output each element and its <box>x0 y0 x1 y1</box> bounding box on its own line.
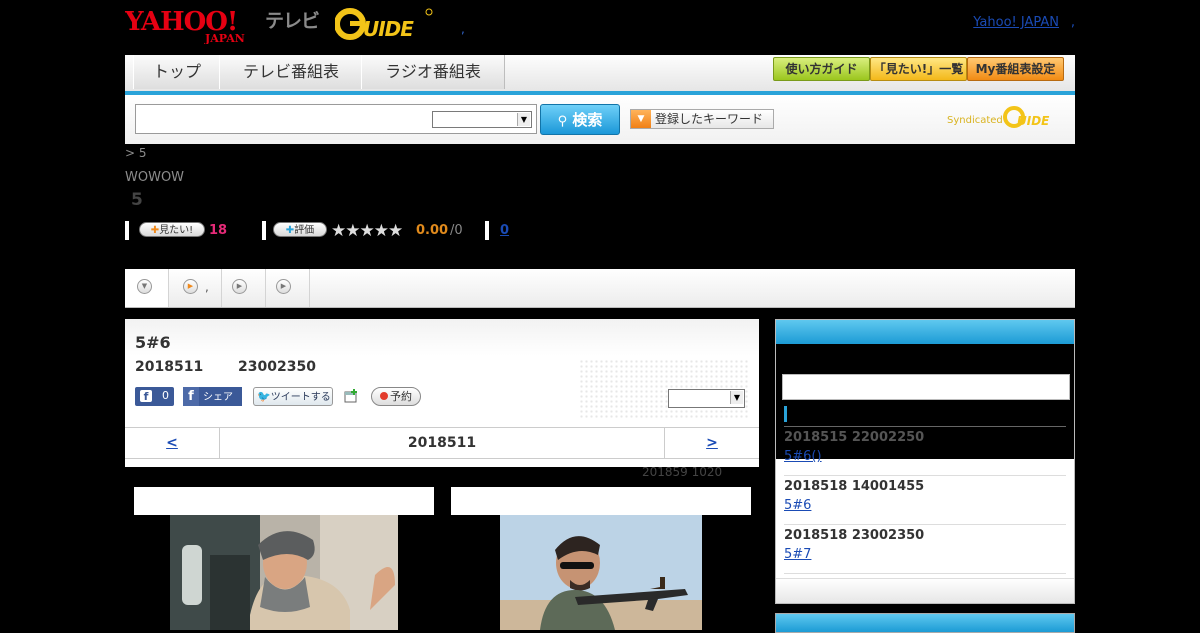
tab-2[interactable]: ▶ , <box>169 269 222 307</box>
svg-text:UIDE: UIDE <box>363 17 414 41</box>
want-button[interactable]: ✚見たい! <box>139 222 205 237</box>
rating-stars: ★★★★★ <box>331 221 403 241</box>
header-dot: , <box>461 22 465 36</box>
facebook-like-button[interactable]: f 0 <box>135 387 174 406</box>
next-date-link[interactable]: > <box>664 428 759 458</box>
divider <box>784 524 1066 525</box>
nav-tab-radio-listings[interactable]: ラジオ番組表 <box>361 55 505 89</box>
content-tabs: ▼ ▶ , ▶ ▶ <box>125 269 1075 308</box>
broadcast-time: 2018515 22002250 <box>784 430 925 445</box>
saved-keywords-button[interactable]: ▼ 登録したキーワード <box>630 109 774 129</box>
record-dot-icon <box>380 392 388 400</box>
rate-button-label: 評価 <box>294 225 315 236</box>
image-caption-box <box>134 487 434 515</box>
episode-title: 5#6 <box>135 333 171 352</box>
syndicated-label: Syndicated <box>947 115 1003 126</box>
episode-select[interactable]: ▼ <box>668 389 745 408</box>
broadcast-link[interactable]: 5#7 <box>784 547 811 562</box>
syndicated-g-guide-logo: Syndicated UIDE <box>947 106 1050 128</box>
rating-total: /0 <box>450 223 463 238</box>
stat-divider <box>485 221 489 240</box>
related-broadcasts-panel: 2018515 22002250 5#6() 2018518 14001455 … <box>775 319 1075 604</box>
facebook-icon: f <box>140 390 152 403</box>
last-updated: 201859 1020 <box>642 465 723 479</box>
search-bar: ▼ ⚲ 検索 ▼ 登録したキーワード Syndicated UIDE <box>125 95 1075 144</box>
section-marker <box>784 406 787 422</box>
main-nav: トップ テレビ番組表 ラジオ番組表 使い方ガイド 「見たい!」一覧 My番組表設… <box>125 55 1075 95</box>
tweet-label: ツイートする <box>270 392 331 403</box>
header-trailing-dot: , <box>1070 15 1075 30</box>
my-listings-button[interactable]: My番組表設定 <box>967 57 1064 81</box>
twitter-bird-icon: 🐦 <box>257 390 271 403</box>
plus-icon: ✚ <box>150 225 160 236</box>
second-side-panel-header <box>775 613 1075 633</box>
saved-keywords-label: 登録したキーワード <box>655 112 764 126</box>
play-icon: ▶ <box>183 279 198 294</box>
play-icon: ▶ <box>232 279 247 294</box>
tab-3[interactable]: ▶ <box>222 269 266 307</box>
tweet-button[interactable]: 🐦ツイートする <box>253 387 333 406</box>
divider <box>784 475 1066 476</box>
episode-date-nav: < 2018511 > <box>125 427 759 459</box>
facebook-share-label: シェア <box>203 392 233 403</box>
chevron-down-icon: ▼ <box>730 391 743 404</box>
search-button-label: 検索 <box>572 111 603 129</box>
yahoo-japan-logo[interactable]: YAHOO! JAPAN <box>125 4 261 44</box>
facebook-like-count: 0 <box>162 389 169 402</box>
channel-name: WOWOW <box>125 170 185 185</box>
side-panel-header <box>776 320 1074 344</box>
search-icon: ⚲ <box>557 114 568 129</box>
g-guide-logo[interactable]: UIDE <box>335 6 435 42</box>
calendar-add-icon[interactable] <box>344 389 359 403</box>
side-panel-field[interactable] <box>782 374 1070 400</box>
want-count: 18 <box>209 223 228 238</box>
chevron-down-icon: ▼ <box>137 279 152 294</box>
chevron-down-icon: ▼ <box>517 113 530 126</box>
brand-tv-label: テレビ <box>265 10 320 32</box>
nav-tab-top[interactable]: トップ <box>133 55 221 89</box>
scene-photo-man-at-vehicle[interactable] <box>170 515 398 630</box>
episode-panel: 5#6 2018511 23002350 f 0 f シェア 🐦ツイートする 予約… <box>125 319 759 467</box>
rate-button[interactable]: ✚評価 <box>273 222 327 237</box>
divider <box>784 573 1066 574</box>
search-button[interactable]: ⚲ 検索 <box>540 104 620 135</box>
tab-4[interactable]: ▶ <box>266 269 310 307</box>
reserve-button[interactable]: 予約 <box>371 387 421 406</box>
scene-photo-man-with-rifle[interactable] <box>500 515 702 630</box>
breadcrumb: > 5 <box>125 146 147 160</box>
side-panel-footer <box>776 578 1074 603</box>
reserve-label: 予約 <box>390 390 412 403</box>
guide-button[interactable]: 使い方ガイド <box>773 57 870 81</box>
broadcast-time: 2018518 23002350 <box>784 528 925 543</box>
search-category-select[interactable]: ▼ <box>432 111 532 128</box>
broadcast-link[interactable]: 5#6() <box>784 449 822 464</box>
comments-count-link[interactable]: 0 <box>500 223 509 238</box>
broadcast-time: 2018518 14001455 <box>784 479 925 494</box>
want-button-label: 見たい! <box>159 225 194 236</box>
image-caption-box <box>451 487 751 515</box>
episode-date: 2018511 <box>135 359 204 375</box>
program-title: 5 <box>131 190 143 210</box>
current-date: 2018511 <box>407 435 477 451</box>
episode-time: 23002350 <box>238 359 316 375</box>
program-stats: ✚見たい! 18 ✚評価 ★★★★★ 0.00 /0 0 <box>125 221 725 241</box>
tab-2-label: , <box>205 280 209 294</box>
divider <box>784 426 1066 427</box>
plus-icon: ✚ <box>285 225 295 236</box>
nav-tab-tv-listings[interactable]: テレビ番組表 <box>219 55 363 89</box>
yahoo-japan-link[interactable]: Yahoo! JAPAN <box>973 15 1059 30</box>
stat-divider <box>262 221 266 240</box>
facebook-icon: f <box>183 387 199 406</box>
tab-1[interactable]: ▼ <box>125 269 169 307</box>
stat-divider <box>125 221 129 240</box>
facebook-share-button[interactable]: f シェア <box>183 387 242 406</box>
brand-japan: JAPAN <box>204 32 245 44</box>
svg-text:UIDE: UIDE <box>1017 114 1050 128</box>
want-list-button[interactable]: 「見たい!」一覧 <box>870 57 967 81</box>
rating-score: 0.00 <box>416 223 449 238</box>
broadcast-link[interactable]: 5#6 <box>784 498 811 513</box>
play-icon: ▶ <box>276 279 291 294</box>
previous-date-link[interactable]: < <box>125 428 220 458</box>
dropdown-arrow-icon: ▼ <box>631 110 651 128</box>
